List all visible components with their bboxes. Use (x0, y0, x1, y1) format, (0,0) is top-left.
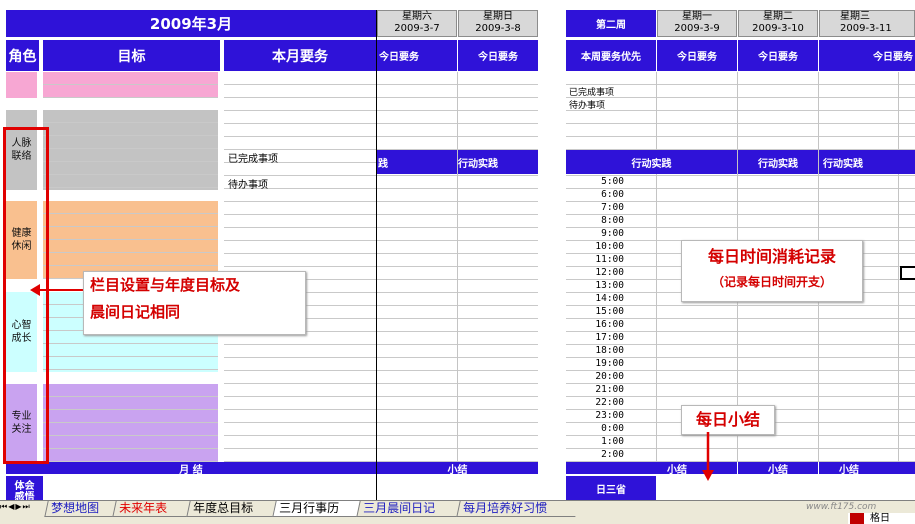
col-role-header: 角色 (6, 40, 39, 71)
hour-label: 12:00 (595, 267, 624, 278)
week1-day1-tasks-header: 今日要务 (377, 40, 457, 71)
watermark: www.ft175.com (806, 502, 877, 512)
arrow-down-icon (702, 432, 714, 481)
col-goal-header: 目标 (43, 40, 220, 71)
hour-label: 8:00 (601, 215, 624, 226)
month-title: 2009年3月 (6, 10, 376, 37)
hour-label: 19:00 (595, 358, 624, 369)
reflection-label: 体会 感悟 (6, 476, 43, 503)
week1-summary-bar: 小结 (377, 462, 538, 476)
week2-action-header-3: 行动实践 (819, 150, 915, 174)
hour-label: 17:00 (595, 332, 624, 343)
hour-label: 0:00 (601, 423, 624, 434)
month-summary-bar: 月 结 (6, 462, 376, 476)
week2-todo-items: 待办事项 (569, 101, 606, 111)
week2-important-items: 已完成事项 (569, 88, 615, 98)
week2-day3-tasks-header: 今日要务 (819, 40, 915, 71)
day3-reflection: 日三省 (566, 476, 656, 501)
week2-day2-tasks-header: 今日要务 (738, 40, 818, 71)
hour-label: 15:00 (595, 306, 624, 317)
monthly-important-items: 已完成事项 (228, 154, 278, 165)
hour-label: 6:00 (601, 189, 624, 200)
monthly-tasks-grid[interactable] (224, 72, 376, 462)
hour-label: 16:00 (595, 319, 624, 330)
role-block-pink (6, 72, 37, 98)
hour-label: 23:00 (595, 410, 624, 421)
week1-day1-header: 星期六 2009-3-7 (377, 10, 457, 37)
hour-label: 18:00 (595, 345, 624, 356)
office-icon (850, 513, 864, 524)
sheet-tab[interactable]: 梦想地图 (44, 501, 121, 517)
week2-action-header-1: 行动实践 (566, 150, 737, 174)
tab-nav-buttons[interactable]: ⏮◀▶⏭ (0, 502, 42, 514)
week1-day1-action-header: 践 (377, 150, 457, 174)
monthly-todo-items: 待办事项 (228, 180, 268, 191)
hour-label: 1:00 (601, 436, 624, 447)
sheet-tab[interactable]: 三月行事历 (272, 501, 365, 517)
hour-label: 13:00 (595, 280, 624, 291)
week2-summary-bar-2: 小结 (738, 462, 818, 476)
hour-label: 2:00 (601, 449, 624, 460)
hour-label: 11:00 (595, 254, 624, 265)
hour-label: 20:00 (595, 371, 624, 382)
sheet-tab[interactable]: 未来年表 (112, 501, 195, 517)
week1-day2-header: 星期日 2009-3-8 (458, 10, 538, 37)
hour-label: 22:00 (595, 397, 624, 408)
hour-label: 9:00 (601, 228, 624, 239)
hour-label: 21:00 (595, 384, 624, 395)
hour-label: 10:00 (595, 241, 624, 252)
goal-block-orange[interactable] (43, 201, 218, 279)
time-note: 每日时间消耗记录 （记录每日时间开支） (681, 240, 863, 302)
goal-block-purple[interactable] (43, 384, 218, 462)
week1-day2-action-header: 行动实践 (458, 150, 538, 174)
goal-block-pink[interactable] (43, 72, 218, 98)
cell-selector-fragment (900, 266, 915, 280)
left-note: 栏目设置与年度目标及 晨间日记相同 (83, 271, 306, 335)
week2-day3-header: 星期三 2009-3-11 (819, 10, 915, 37)
arrow-left-icon (30, 284, 86, 296)
week2-priority-header: 本周要务优先 (566, 40, 656, 71)
week2-day1-header: 星期一 2009-3-9 (657, 10, 737, 37)
week2-action-header-2: 行动实践 (738, 150, 818, 174)
week2-day2-header: 星期二 2009-3-10 (738, 10, 818, 37)
sheet-tab[interactable]: 三月晨间日记 (356, 501, 465, 517)
hour-label: 7:00 (601, 202, 624, 213)
week2-day1-tasks-header: 今日要务 (657, 40, 737, 71)
summary-note: 每日小结 (681, 405, 775, 435)
hour-label: 5:00 (601, 176, 624, 187)
hour-label: 14:00 (595, 293, 624, 304)
week2-label: 第二周 (566, 10, 656, 37)
col-monthly-tasks-header: 本月要务 (224, 40, 376, 71)
sheet-tab[interactable]: 每月培养好习惯 (456, 501, 579, 517)
week2-summary-bar-3: 小结 (819, 462, 915, 476)
week1-day2-tasks-header: 今日要务 (458, 40, 538, 71)
sheet-tab[interactable]: 年度总目标 (186, 501, 281, 517)
goal-block-gray[interactable] (43, 110, 218, 190)
